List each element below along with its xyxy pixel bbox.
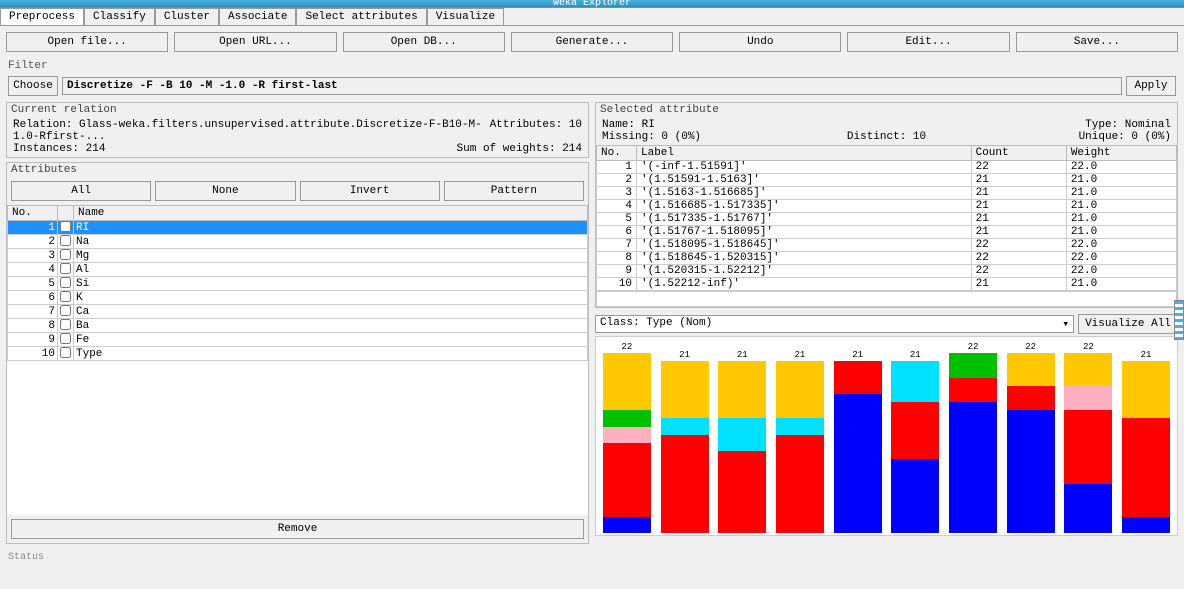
undobutton[interactable]: Undo: [679, 32, 841, 52]
histogram-bar: 22: [948, 342, 998, 533]
sel-attr-unique: 0 (0%): [1131, 131, 1171, 143]
class-select[interactable]: Class: Type (Nom) ▾: [595, 315, 1074, 333]
histogram: 22212121212122222221: [595, 336, 1178, 536]
sel-attr-type: Nominal: [1125, 119, 1171, 131]
attributes-title: Attributes: [7, 163, 588, 177]
tab-cluster[interactable]: Cluster: [155, 8, 219, 25]
edit-button[interactable]: Edit...: [847, 32, 1009, 52]
relation-value: Glass-weka.filters.unsupervised.attribut…: [13, 119, 482, 143]
tabs: PreprocessClassifyClusterAssociateSelect…: [0, 8, 1184, 26]
remove-button[interactable]: Remove: [11, 519, 584, 539]
class-row: Class: Type (Nom) ▾ Visualize All: [595, 312, 1178, 336]
attr-checkbox[interactable]: [60, 291, 71, 302]
table-row[interactable]: 8Ba: [8, 319, 588, 333]
table-row[interactable]: 5'(1.517335-1.51767]'2121.0: [597, 213, 1177, 226]
current-relation-panel: Current relation Relation: Glass-weka.fi…: [6, 102, 589, 158]
attr-pattern-button[interactable]: Pattern: [444, 181, 584, 201]
attr-checkbox[interactable]: [60, 319, 71, 330]
histogram-bar: 22: [1006, 342, 1056, 533]
attr-checkbox[interactable]: [60, 305, 71, 316]
histogram-bar: 21: [1121, 350, 1171, 533]
histogram-bar: 21: [717, 350, 767, 533]
open-db-button[interactable]: Open DB...: [343, 32, 505, 52]
table-row[interactable]: 8'(1.518645-1.520315]'2222.0: [597, 252, 1177, 265]
table-row[interactable]: 9'(1.520315-1.52212]'2222.0: [597, 265, 1177, 278]
tab-visualize[interactable]: Visualize: [427, 8, 504, 25]
table-row[interactable]: 9Fe: [8, 333, 588, 347]
table-row[interactable]: 7'(1.518095-1.518645]'2222.0: [597, 239, 1177, 252]
attr-checkbox[interactable]: [60, 347, 71, 358]
filter-config-input[interactable]: Discretize -F -B 10 -M -1.0 -R first-las…: [62, 77, 1122, 95]
table-row[interactable]: 3Mg: [8, 249, 588, 263]
instances-count: 214: [86, 143, 106, 155]
histogram-bar: 21: [660, 350, 710, 533]
attr-checkbox[interactable]: [60, 277, 71, 288]
status-label: Status: [0, 548, 1184, 567]
filter-label: Filter: [0, 58, 1184, 74]
attr-all-button[interactable]: All: [11, 181, 151, 201]
attributes-count: 10: [569, 119, 582, 131]
table-row[interactable]: 1'(-inf-1.51591]'2222.0: [597, 161, 1177, 174]
sel-attr-name: RI: [642, 119, 655, 131]
chevron-down-icon: ▾: [1062, 317, 1069, 331]
table-row[interactable]: 2'(1.51591-1.5163]'2121.0: [597, 174, 1177, 187]
histogram-bar: 22: [1063, 342, 1113, 533]
current-relation-title: Current relation: [7, 103, 588, 117]
titlebar: Weka Explorer: [0, 0, 1184, 8]
attr-checkbox[interactable]: [60, 263, 71, 274]
apply-filter-button[interactable]: Apply: [1126, 76, 1176, 96]
visualize-all-button[interactable]: Visualize All: [1078, 314, 1178, 334]
scroll-grip[interactable]: [1174, 300, 1184, 340]
attr-invert-button[interactable]: Invert: [300, 181, 440, 201]
histogram-bar: 21: [833, 350, 883, 533]
table-row[interactable]: 1RI: [8, 221, 588, 235]
table-row[interactable]: 5Si: [8, 277, 588, 291]
filter-row: Choose Discretize -F -B 10 -M -1.0 -R fi…: [0, 74, 1184, 102]
choose-filter-button[interactable]: Choose: [8, 76, 58, 96]
selected-attribute-table[interactable]: No. Label Count Weight 1'(-inf-1.51591]'…: [596, 145, 1177, 291]
table-row[interactable]: 4Al: [8, 263, 588, 277]
tab-classify[interactable]: Classify: [84, 8, 155, 25]
window-title: Weka Explorer: [553, 0, 631, 9]
selected-attribute-panel: Selected attribute Name: RI Type: Nomina…: [595, 102, 1178, 308]
table-row[interactable]: 3'(1.5163-1.516685]'2121.0: [597, 187, 1177, 200]
table-row[interactable]: 10'(1.52212-inf)'2121.0: [597, 278, 1177, 291]
histogram-bar: 22: [602, 342, 652, 533]
attr-checkbox[interactable]: [60, 235, 71, 246]
sum-of-weights: 214: [562, 143, 582, 155]
tab-select-attributes[interactable]: Select attributes: [296, 8, 426, 25]
table-row[interactable]: 7Ca: [8, 305, 588, 319]
table-row[interactable]: 6K: [8, 291, 588, 305]
histogram-bar: 21: [890, 350, 940, 533]
table-row[interactable]: 6'(1.51767-1.518095]'2121.0: [597, 226, 1177, 239]
tab-associate[interactable]: Associate: [219, 8, 296, 25]
open-url-button[interactable]: Open URL...: [174, 32, 336, 52]
save-button[interactable]: Save...: [1016, 32, 1178, 52]
attr-checkbox[interactable]: [60, 221, 71, 232]
table-row[interactable]: 2Na: [8, 235, 588, 249]
top-button-row: Open file... Open URL... Open DB... Generat…: [0, 26, 1184, 58]
attr-checkbox[interactable]: [60, 333, 71, 344]
histogram-bar: 21: [775, 350, 825, 533]
attributes-table[interactable]: No. Name 1RI2Na3Mg4Al5Si6K7Ca8Ba9Fe10Typ…: [7, 205, 588, 361]
attributes-panel: Attributes AllNoneInvertPattern No. Name…: [6, 162, 589, 544]
attr-none-button[interactable]: None: [155, 181, 295, 201]
sel-attr-missing: 0 (0%): [661, 131, 701, 143]
open-file-button[interactable]: Open file...: [6, 32, 168, 52]
table-row[interactable]: 4'(1.516685-1.517335]'2121.0: [597, 200, 1177, 213]
table-row[interactable]: 10Type: [8, 347, 588, 361]
attr-checkbox[interactable]: [60, 249, 71, 260]
selected-attribute-title: Selected attribute: [596, 103, 1177, 117]
generate-button[interactable]: Generate...: [511, 32, 673, 52]
sel-attr-distinct: 10: [913, 131, 926, 143]
tab-preprocess[interactable]: Preprocess: [0, 8, 84, 25]
